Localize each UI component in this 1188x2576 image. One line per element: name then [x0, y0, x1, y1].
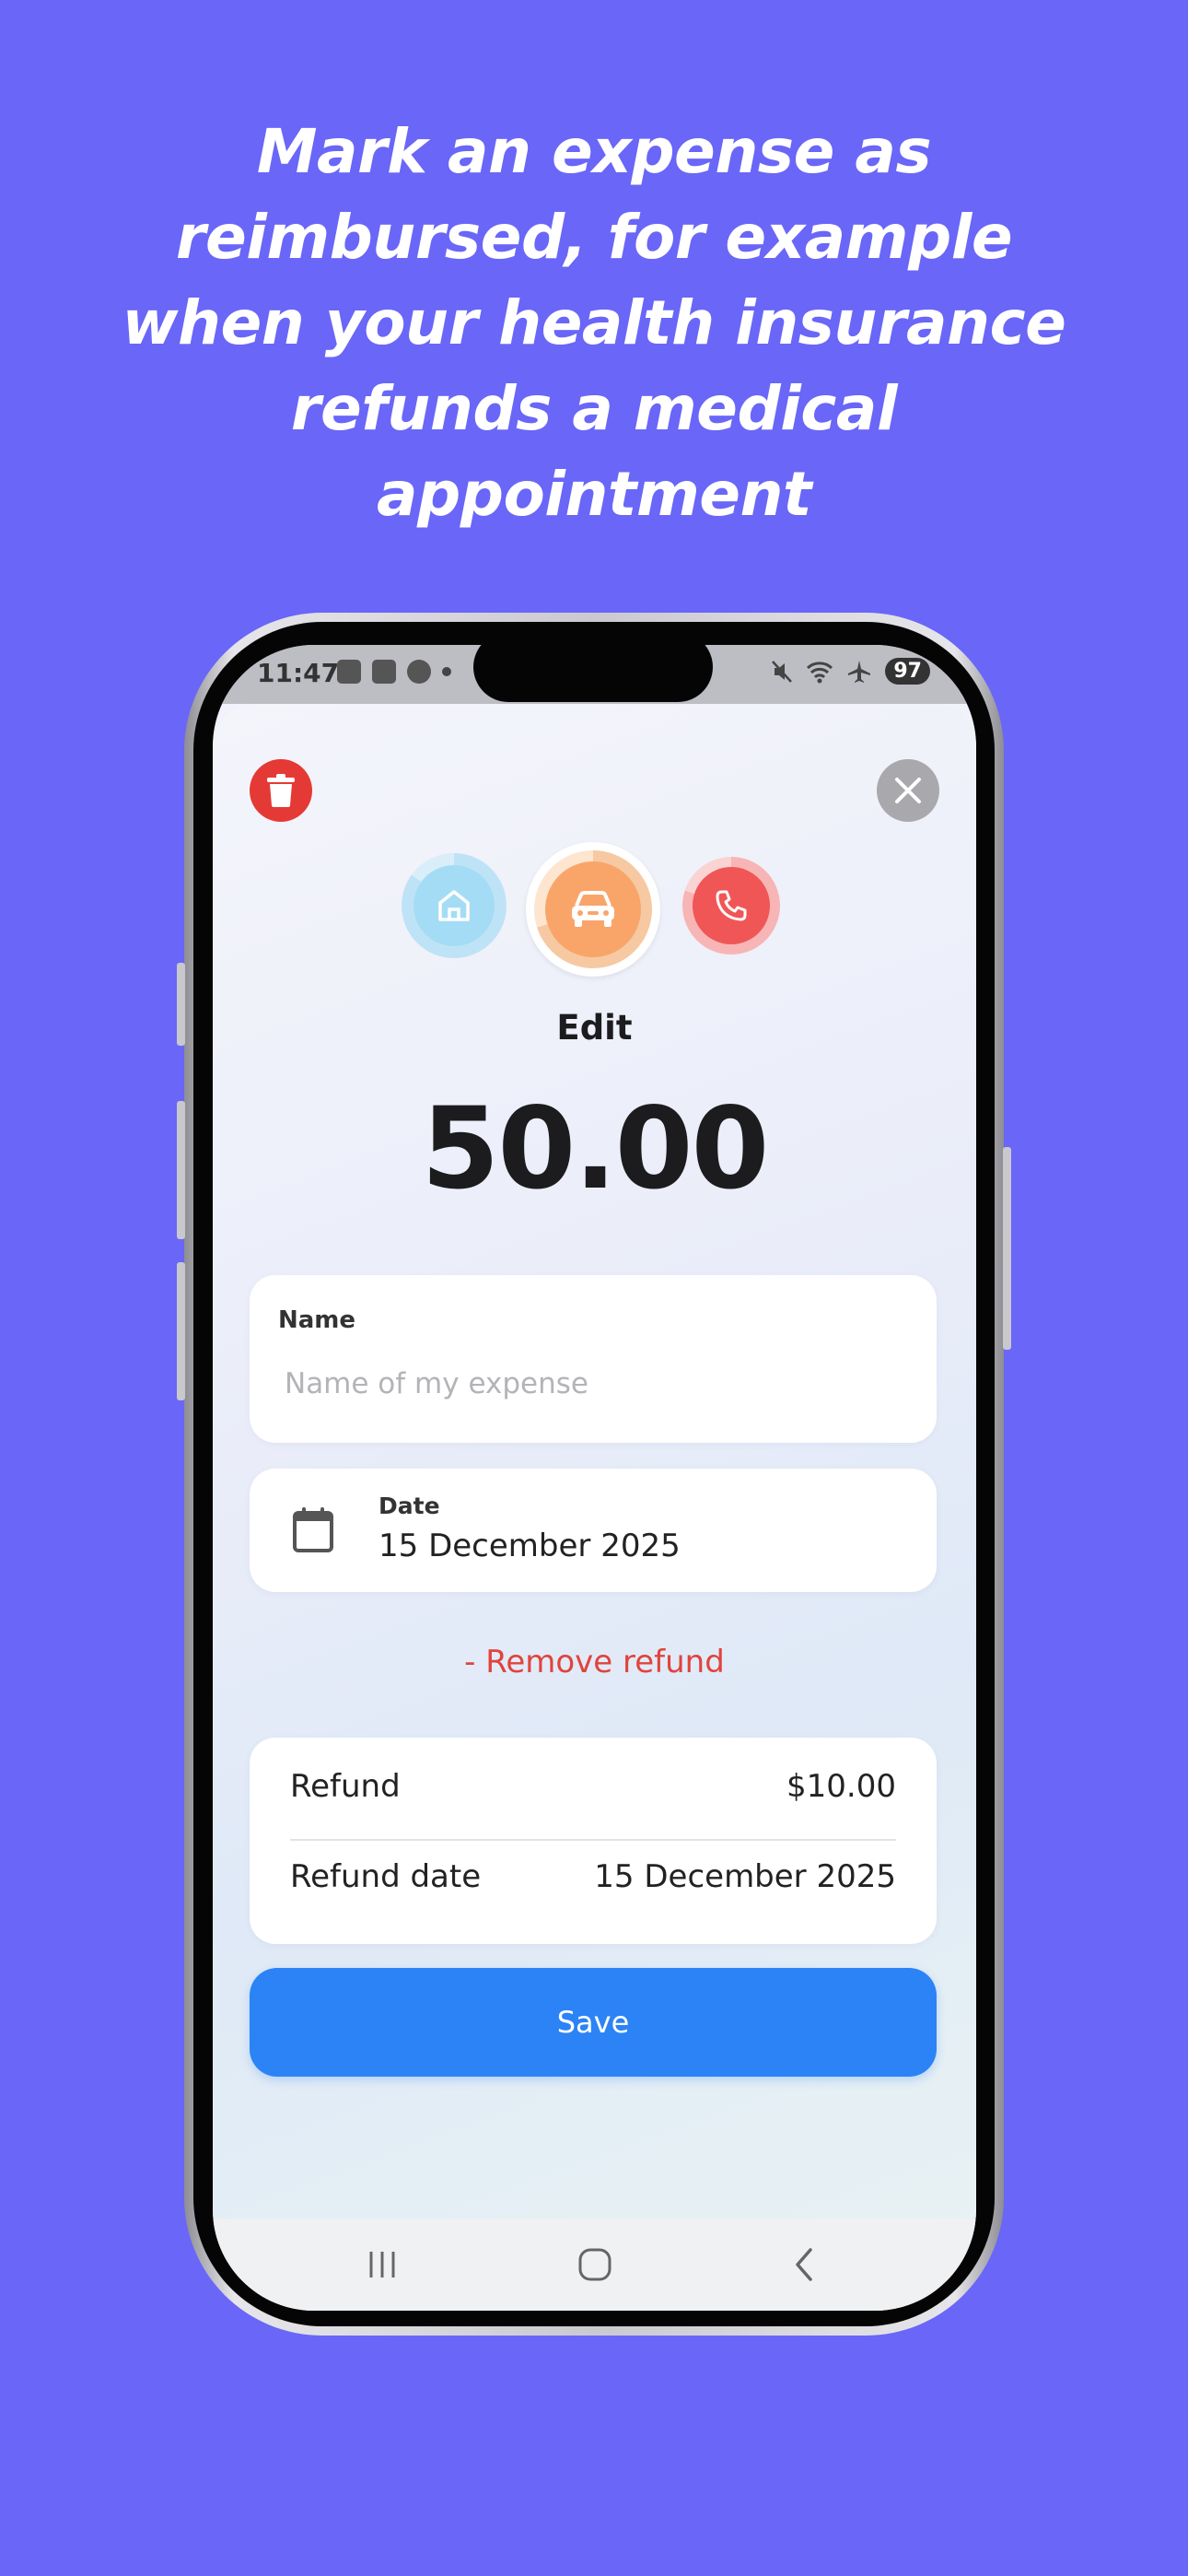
save-button[interactable]: Save [250, 1968, 937, 2077]
phone-screen: 11:47 97 Edit 50.00 Name Name of my expe… [213, 645, 976, 2311]
car-icon [572, 891, 614, 927]
home-button[interactable] [558, 2237, 632, 2292]
status-time: 11:47 [257, 658, 340, 688]
phone-side-button [177, 963, 185, 1046]
recent-apps-button[interactable] [345, 2237, 419, 2292]
refund-date-label: Refund date [290, 1858, 482, 1895]
battery-indicator: 97 [885, 658, 930, 685]
airplane-icon [848, 660, 871, 683]
expense-name-input[interactable] [285, 1367, 892, 1400]
home-circle-icon [578, 2248, 611, 2281]
name-field-label: Name [278, 1306, 356, 1334]
back-icon [796, 2248, 812, 2281]
date-field[interactable]: Date 15 December 2025 [250, 1469, 937, 1592]
home-icon [438, 890, 470, 921]
category-home[interactable] [402, 853, 507, 958]
recents-icon [369, 2252, 395, 2277]
delete-expense-button[interactable] [250, 759, 312, 822]
back-button[interactable] [767, 2237, 841, 2292]
phone-icon [716, 890, 747, 921]
category-phone[interactable] [682, 857, 780, 954]
promo-headline: Mark an expense as reimbursed, for examp… [122, 116, 1066, 530]
refund-date-row[interactable]: Refund date 15 December 2025 [290, 1844, 896, 1909]
name-field-card: Name [250, 1275, 937, 1443]
sheet-title: Edit [556, 1008, 633, 1048]
checkbox-icon [372, 660, 396, 684]
edit-expense-sheet: Edit 50.00 Name Date 15 December 2025 - … [213, 704, 976, 2311]
more-dot-icon [442, 667, 451, 676]
amount-display[interactable]: 50.00 [213, 1083, 976, 1214]
screenshot-icon [337, 660, 361, 684]
trash-icon [267, 774, 295, 807]
mute-icon [772, 660, 793, 683]
refund-amount-row[interactable]: Refund $10.00 [290, 1754, 896, 1819]
calendar-icon [293, 1507, 333, 1552]
phone-side-button [1003, 1147, 1011, 1350]
dynamic-island [473, 645, 713, 702]
close-button[interactable] [877, 759, 939, 822]
close-icon [895, 778, 921, 803]
status-notification-icons [337, 660, 451, 684]
wifi-icon [807, 661, 833, 683]
refund-label: Refund [290, 1768, 401, 1805]
refund-card: Refund $10.00 Refund date 15 December 20… [250, 1738, 937, 1944]
phone-side-button [177, 1101, 185, 1239]
divider [290, 1839, 896, 1841]
date-field-label: Date [379, 1493, 440, 1519]
status-bar: 11:47 97 [213, 645, 976, 704]
system-nav-bar [213, 2219, 976, 2311]
app-icon [407, 660, 431, 684]
date-field-value: 15 December 2025 [379, 1528, 681, 1564]
refund-date-value: 15 December 2025 [594, 1858, 896, 1895]
refund-value: $10.00 [786, 1768, 896, 1805]
phone-side-button [177, 1262, 185, 1400]
category-car[interactable] [526, 842, 660, 977]
status-system-icons: 97 [771, 658, 930, 685]
remove-refund-button[interactable]: - Remove refund [213, 1644, 976, 1680]
